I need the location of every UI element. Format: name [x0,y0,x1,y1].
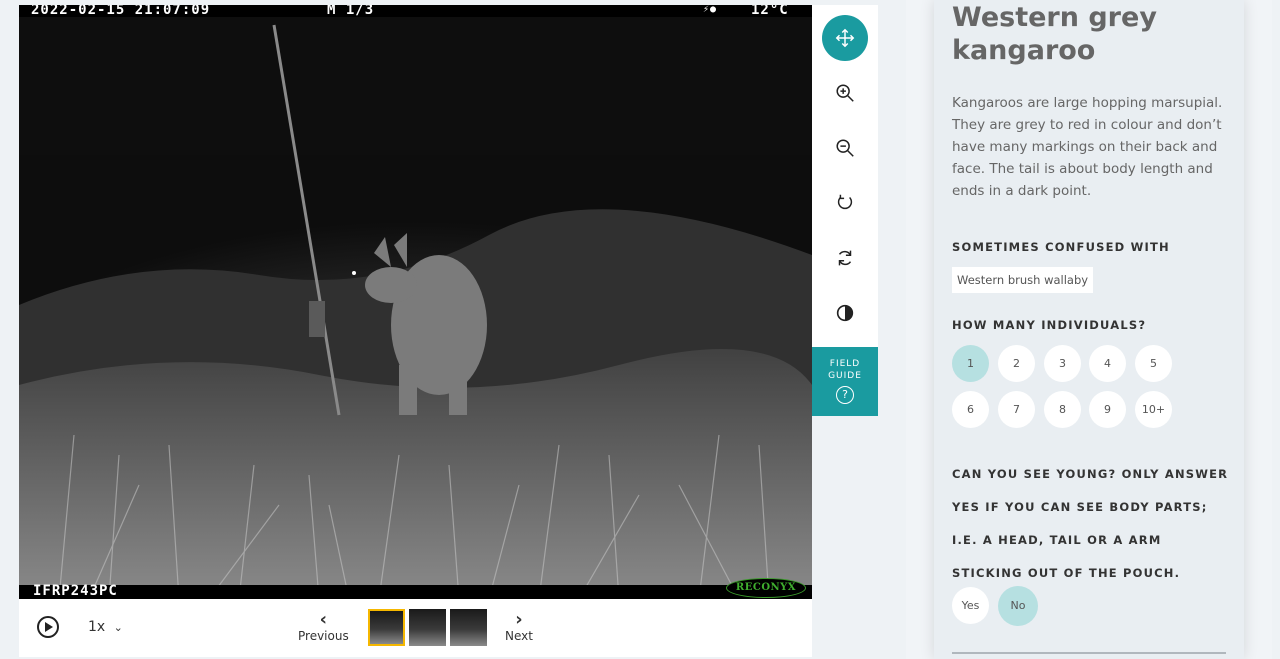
rotate-icon [837,194,853,210]
confused-species-chip[interactable]: Western brush wallaby [952,267,1094,293]
field-guide-button[interactable]: FIELD GUIDE ? [812,347,878,416]
image-toolbar [812,5,878,347]
zoom-in-button[interactable] [822,70,868,116]
zoom-out-button[interactable] [822,125,868,171]
next-button[interactable]: › Next [505,609,533,644]
young-no-button[interactable]: No [998,586,1038,626]
field-guide-label-bottom: GUIDE [828,371,862,381]
speed-select[interactable]: 1x ⌄ [88,619,123,635]
chevron-down-icon: ⌄ [113,621,123,634]
play-icon[interactable] [37,616,59,638]
speed-value: 1x [88,619,106,635]
image-sequence: M 1/3 [327,5,375,18]
invert-button[interactable] [822,290,868,336]
thumbnail-3[interactable] [450,609,487,646]
camera-info-strip: 2022-02-15 21:07:09 M 1/3 ⚡● 12°C [19,5,812,17]
chevron-right-icon: › [515,609,523,630]
move-tool-button[interactable] [822,15,868,61]
help-icon: ? [836,386,854,404]
thumbnail-2[interactable] [409,609,446,646]
thumbnail-1[interactable] [368,609,405,646]
individuals-option-5[interactable]: 5 [1135,345,1172,382]
playback-controls: 1x ⌄ ‹ Previous › Next [19,599,812,657]
individuals-option-1[interactable]: 1 [952,345,989,382]
zoom-out-icon [836,139,854,157]
young-yes-button[interactable]: Yes [952,587,989,624]
individuals-option-8[interactable]: 8 [1044,391,1081,428]
section-divider [952,652,1226,654]
confused-with-heading: SOMETIMES CONFUSED WITH [952,240,1170,254]
species-title: Western grey kangaroo [952,2,1157,66]
individuals-option-7[interactable]: 7 [998,391,1035,428]
camera-brand-logo: RECONYX [726,578,806,598]
night-scene-photo [19,5,812,599]
move-icon [835,28,855,48]
reset-button[interactable] [822,235,868,281]
individuals-option-6[interactable]: 6 [952,391,989,428]
individuals-heading: HOW MANY INDIVIDUALS? [952,318,1147,332]
next-label: Next [505,629,533,643]
temperature: 12°C [751,5,789,18]
reset-icon [838,250,852,266]
individuals-option-10plus[interactable]: 10+ [1135,391,1172,428]
camera-trap-image[interactable]: 2022-02-15 21:07:09 M 1/3 ⚡● 12°C IFRP24… [19,5,812,599]
camera-id-strip: IFRP243PC [19,583,812,599]
individuals-option-9[interactable]: 9 [1089,391,1126,428]
rotate-button[interactable] [822,180,868,226]
timestamp: 2022-02-15 21:07:09 [31,5,211,18]
camera-id: IFRP243PC [33,583,118,599]
species-panel: Western grey kangaroo Kangaroos are larg… [934,0,1244,659]
contrast-icon [836,304,854,322]
field-guide-label-top: FIELD [829,359,861,369]
individuals-option-4[interactable]: 4 [1089,345,1126,382]
chevron-left-icon: ‹ [319,609,328,630]
young-question: CAN YOU SEE YOUNG? ONLY ANSWER YES IF YO… [952,467,1229,580]
moon-phase-icon: ⚡● [703,5,718,15]
previous-button[interactable]: ‹ Previous [298,609,349,644]
zoom-in-icon [836,84,854,102]
previous-label: Previous [298,629,349,643]
species-description: Kangaroos are large hopping marsupial. T… [952,95,1223,199]
individuals-option-3[interactable]: 3 [1044,345,1081,382]
individuals-option-2[interactable]: 2 [998,345,1035,382]
